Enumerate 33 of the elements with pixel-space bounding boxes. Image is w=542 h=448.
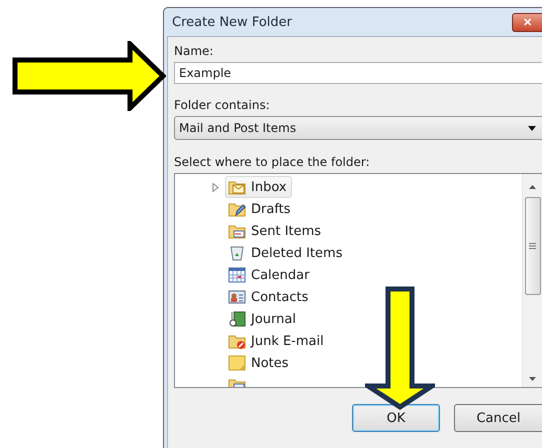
trash-folder-icon [228, 245, 246, 261]
drafts-folder-icon [228, 201, 246, 217]
folder-item[interactable]: Notes [225, 352, 294, 374]
folder-item[interactable]: Journal [225, 308, 301, 330]
grip-icon [529, 243, 536, 249]
folder-item[interactable]: Junk E-mail [225, 330, 329, 352]
name-field[interactable]: Example [174, 62, 542, 84]
notes-folder-icon [228, 355, 246, 371]
folder-item[interactable]: Drafts [225, 198, 296, 220]
sent-folder-icon [228, 223, 246, 239]
expand-arrow-icon[interactable] [211, 182, 221, 192]
folder-item[interactable]: Inbox [225, 176, 292, 198]
ok-button[interactable]: OK [352, 404, 440, 432]
folder-item[interactable]: Contacts [225, 286, 314, 308]
field-label: Folder contains: [174, 97, 271, 113]
journal-folder-icon [228, 311, 246, 327]
inbox-folder-icon [228, 179, 246, 195]
window-title: Create New Folder [172, 14, 292, 30]
contents-dropdown[interactable]: Mail and Post Items [174, 116, 542, 140]
folder-item[interactable]: Deleted Items [225, 242, 348, 264]
folder-item[interactable]: Sent Items [225, 220, 326, 242]
scroll-up-icon[interactable] [529, 185, 536, 189]
cancel-button[interactable]: Cancel [454, 404, 542, 432]
junk-folder-icon [228, 333, 246, 349]
scrollbar[interactable] [522, 174, 542, 387]
scrollbar-thumb[interactable] [524, 197, 540, 295]
tree-label: Select where to place the folder: [174, 154, 371, 170]
field-label: Name: [174, 43, 214, 59]
folder-item[interactable]: Calendar [225, 264, 314, 286]
contacts-folder-icon [228, 289, 246, 305]
dropdown-caret-icon [528, 126, 536, 130]
calendar-folder-icon [228, 267, 246, 283]
scroll-down-icon[interactable] [529, 377, 536, 381]
